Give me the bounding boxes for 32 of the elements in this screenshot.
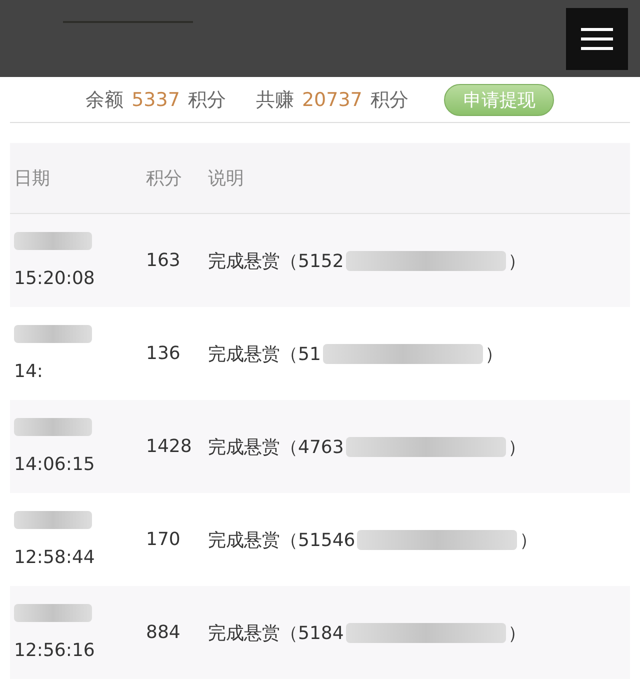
column-header: 日期 — [13, 167, 51, 190]
table-cell-text: 完成悬赏（51 — [208, 342, 321, 366]
table-cell-text: 14: — [14, 361, 44, 382]
table-cell-text: ） — [508, 436, 526, 458]
table-cell-text: 12:58:44 — [14, 547, 96, 568]
table-cell-text: 14:06:15 — [14, 454, 96, 475]
table-cell-text: ） — [484, 342, 503, 366]
table-cell-text: ） — [519, 528, 538, 552]
table-cell-text: ） — [508, 622, 526, 644]
table-cell-text: 163 — [146, 250, 182, 271]
table-cell-text: 完成悬赏（51546 — [208, 528, 356, 552]
table-cell-text: 12:56:16 — [14, 640, 96, 661]
earned-label: 共赚 — [256, 88, 294, 112]
table-cell-text: 1428 — [146, 436, 193, 457]
column-header: 积分 — [146, 167, 183, 190]
balance-label: 余额 — [86, 88, 124, 112]
withdraw-button[interactable]: 申请提现 — [444, 84, 554, 116]
column-header: 说明 — [208, 167, 245, 190]
table-cell-text: 136 — [146, 343, 182, 364]
table-cell-text: 完成悬赏（4763 — [208, 436, 344, 458]
balance-value: 5337 — [132, 88, 180, 110]
earned-value: 20737 — [302, 88, 362, 110]
menu-button[interactable] — [566, 8, 628, 70]
table-cell-text: 完成悬赏（5152 — [208, 250, 344, 272]
table-cell-text: 884 — [146, 622, 182, 643]
balance-unit: 积分 — [188, 88, 226, 112]
table-cell-text: 15:20:08 — [14, 268, 96, 289]
table-cell-text: 完成悬赏（5184 — [208, 622, 344, 644]
menu-icon — [581, 27, 613, 51]
earned-unit: 积分 — [370, 88, 408, 112]
table-cell-text: ） — [508, 250, 526, 272]
table-cell-text: 170 — [146, 529, 182, 550]
